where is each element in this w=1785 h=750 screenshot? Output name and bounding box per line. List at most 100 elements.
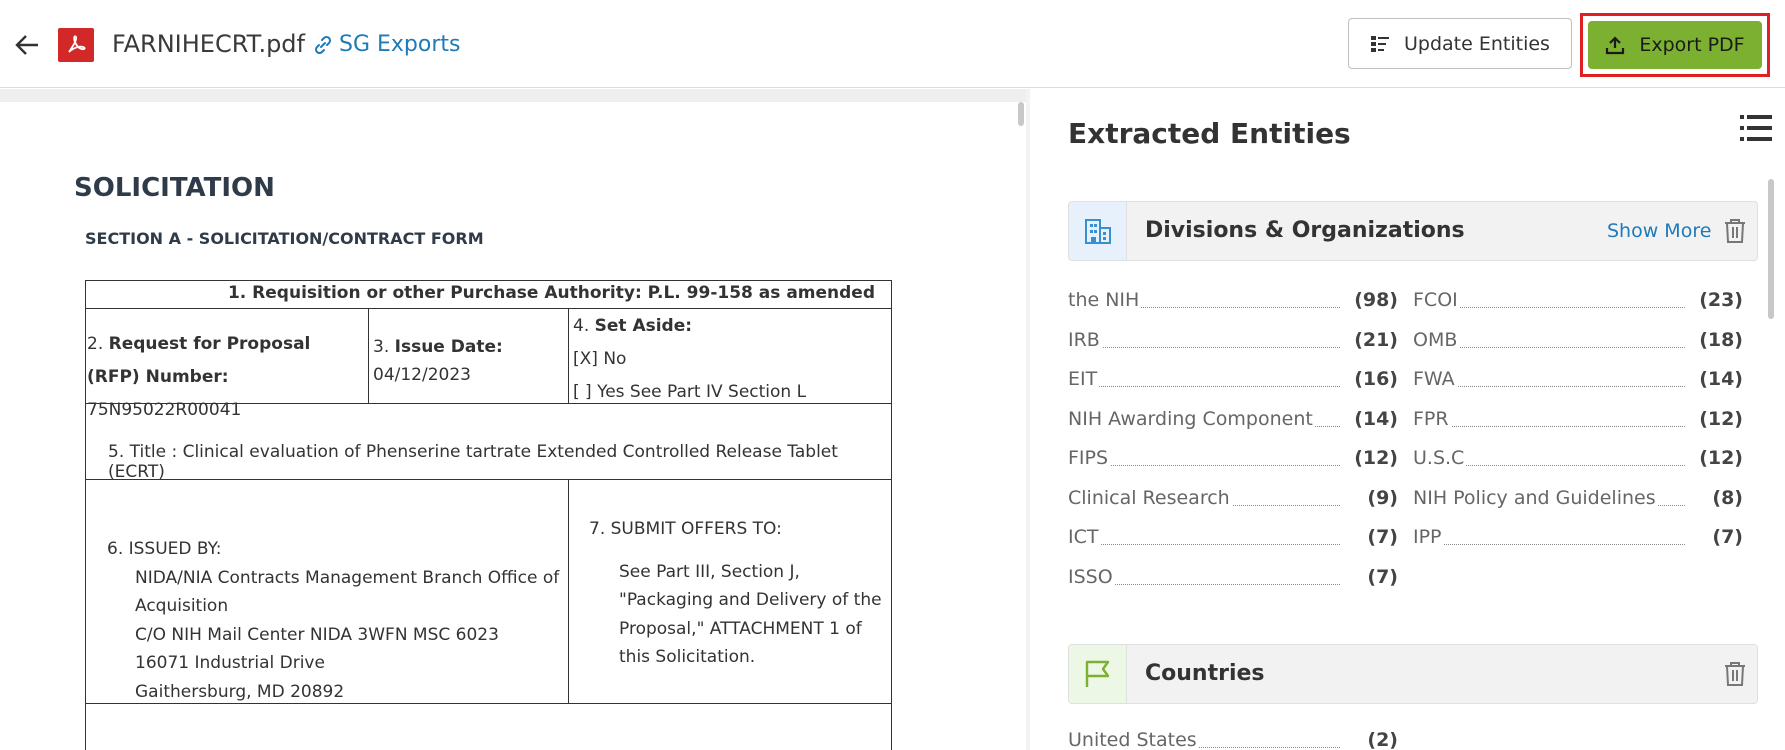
category-label: Countries	[1145, 661, 1265, 686]
rfp-number-cell: 2. Request for Proposal (RFP) Number: 75…	[87, 328, 367, 427]
submit-offers-line: Proposal," ATTACHMENT 1 of	[619, 618, 862, 639]
category-divisions-organizations[interactable]: Divisions & Organizations Show More	[1068, 201, 1758, 261]
entity-count: (7)	[1367, 526, 1398, 548]
entity-item[interactable]: NIH Policy and Guidelines (8)	[1413, 485, 1743, 513]
entity-count: (14)	[1699, 368, 1743, 390]
table-rule	[368, 308, 369, 403]
entity-count: (7)	[1367, 565, 1398, 588]
solicitation-form-table: 1. Requisition or other Purchase Authori…	[85, 280, 892, 750]
issued-by-label: 6. ISSUED BY:	[107, 539, 222, 559]
export-highlight-frame: Export PDF	[1580, 13, 1770, 77]
table-rule	[568, 308, 569, 403]
entity-count: (14)	[1354, 407, 1398, 430]
entity-item[interactable]: IRB (21)	[1068, 327, 1398, 355]
entity-item[interactable]: the NIH (98)	[1068, 287, 1398, 315]
entity-name: U.S.C	[1413, 447, 1467, 469]
document-title: SOLICITATION	[74, 173, 275, 203]
entity-item[interactable]: FWA (14)	[1413, 366, 1743, 394]
entity-count: (2)	[1367, 729, 1398, 750]
entity-name: ICT	[1068, 526, 1101, 548]
set-aside-no: [X] No	[573, 349, 627, 369]
sg-exports-link[interactable]: SG Exports	[313, 32, 460, 57]
entity-name: IPP	[1413, 526, 1444, 548]
entity-name: FPR	[1413, 407, 1451, 430]
export-pdf-label: Export PDF	[1639, 34, 1745, 56]
entity-item[interactable]: FPR (12)	[1413, 406, 1743, 434]
entity-item[interactable]: EIT (16)	[1068, 366, 1398, 394]
entity-name: OMB	[1413, 328, 1460, 351]
entity-item[interactable]: U.S.C (12)	[1413, 445, 1743, 473]
category-icon-box	[1069, 645, 1127, 703]
export-pdf-button[interactable]: Export PDF	[1588, 21, 1762, 69]
requisition-row: 1. Requisition or other Purchase Authori…	[227, 283, 875, 303]
sg-exports-label: SG Exports	[339, 32, 461, 57]
trash-icon[interactable]	[1723, 218, 1747, 244]
entity-item[interactable]: FIPS (12)	[1068, 445, 1398, 473]
upload-icon	[1606, 36, 1625, 55]
pdf-file-icon	[58, 28, 94, 62]
list-menu-icon[interactable]	[1740, 113, 1772, 143]
document-section-heading: SECTION A - SOLICITATION/CONTRACT FORM	[85, 229, 484, 248]
entity-name: EIT	[1068, 368, 1100, 390]
issued-by-line: Acquisition	[135, 596, 229, 616]
trash-icon[interactable]	[1723, 661, 1747, 687]
entity-item[interactable]: Clinical Research (9)	[1068, 485, 1398, 513]
submit-offers-cell: 7. SUBMIT OFFERS TO: See Part III, Secti…	[589, 515, 882, 672]
top-bar: FARNIHECRT.pdf SG Exports Update Entitie…	[0, 0, 1785, 88]
submit-offers-line: "Packaging and Delivery of the	[619, 590, 882, 610]
entity-item[interactable]: ISSO (7)	[1068, 564, 1398, 592]
entity-name: Clinical Research	[1068, 486, 1232, 509]
submit-offers-line: See Part III, Section J,	[619, 561, 800, 582]
dot-leader	[1068, 386, 1340, 387]
issued-by-line: 16071 Industrial Drive	[135, 653, 325, 673]
entities-panel: Extracted Entities Divisions & Organizat…	[1040, 89, 1785, 750]
entity-count: (12)	[1699, 407, 1743, 430]
entity-count: (8)	[1712, 486, 1743, 509]
rfp-number-value: 75N95022R00041	[87, 400, 242, 420]
rfp-prefix: 2.	[87, 334, 109, 354]
pane-divider[interactable]	[1026, 89, 1030, 750]
table-rule	[86, 308, 891, 309]
update-entities-button[interactable]: Update Entities	[1348, 18, 1572, 69]
entity-count: (16)	[1354, 368, 1398, 390]
issued-by-line: C/O NIH Mail Center NIDA 3WFN MSC 6023	[135, 624, 499, 645]
entity-count: (18)	[1699, 328, 1743, 351]
dot-leader	[1413, 425, 1685, 427]
update-entities-label: Update Entities	[1404, 32, 1550, 55]
entity-name: NIH Awarding Component	[1068, 407, 1315, 430]
entity-count: (7)	[1712, 526, 1743, 548]
set-aside-label: Set Aside:	[594, 316, 693, 336]
document-scrollbar[interactable]	[1018, 102, 1024, 126]
entity-item[interactable]: FCOI (23)	[1413, 287, 1743, 315]
issue-date-cell: 3. Issue Date: 04/12/2023	[373, 333, 503, 389]
flag-icon	[1085, 660, 1109, 687]
set-aside-yes: [ ] Yes See Part IV Section L	[573, 382, 807, 402]
category-label: Divisions & Organizations	[1145, 218, 1465, 243]
issue-date-value: 04/12/2023	[373, 365, 471, 385]
entity-name: the NIH	[1068, 289, 1142, 311]
entity-item[interactable]: United States (2)	[1068, 727, 1398, 750]
entity-item[interactable]: ICT (7)	[1068, 524, 1398, 552]
category-icon-box	[1069, 202, 1127, 260]
rfp-label-2: (RFP) Number:	[87, 367, 229, 387]
category-countries[interactable]: Countries	[1068, 644, 1758, 704]
file-name: FARNIHECRT.pdf	[112, 30, 305, 58]
entity-item[interactable]: NIH Awarding Component (14)	[1068, 406, 1398, 434]
entity-count: (23)	[1699, 289, 1743, 311]
link-icon	[314, 35, 332, 54]
submit-offers-line: this Solicitation.	[619, 647, 756, 667]
entity-name: FIPS	[1068, 447, 1111, 469]
table-rule	[568, 479, 569, 703]
back-arrow-icon[interactable]	[12, 30, 42, 60]
document-viewer[interactable]: SOLICITATION SECTION A - SOLICITATION/CO…	[0, 89, 1030, 750]
entity-item[interactable]: IPP (7)	[1413, 524, 1743, 552]
dot-leader	[1068, 544, 1340, 545]
building-icon	[1084, 219, 1111, 244]
entity-name: FWA	[1413, 368, 1457, 390]
entity-count: (12)	[1699, 447, 1743, 469]
issued-by-cell: 6. ISSUED BY: NIDA/NIA Contracts Managem…	[107, 535, 559, 706]
entity-item[interactable]: OMB (18)	[1413, 327, 1743, 355]
show-more-link[interactable]: Show More	[1607, 220, 1711, 242]
entities-title: Extracted Entities	[1068, 117, 1351, 150]
entities-scrollbar[interactable]	[1768, 179, 1774, 319]
